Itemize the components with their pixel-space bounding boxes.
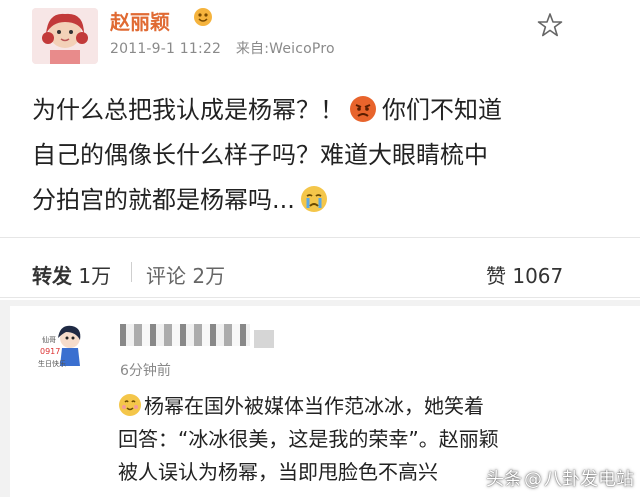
user-avatar[interactable] — [32, 8, 98, 64]
username[interactable]: 赵丽颖 — [110, 6, 170, 35]
post-content: 为什么总把我认成是杨幂？！ 你们不知道 自己的偶像长什么样子吗？难道大眼睛梳中 … — [32, 88, 592, 223]
star-icon[interactable] — [537, 12, 563, 38]
commenter-badge-redacted — [254, 330, 274, 348]
post-content-line-2: 自己的偶像长什么样子吗？难道大眼睛梳中 — [32, 141, 488, 169]
watermark: 头条 @ 八卦发电站 — [486, 465, 634, 491]
post-text-1b: 你们不知道 — [382, 96, 502, 124]
smile-emoji-icon — [119, 394, 141, 416]
post-actions-bar: 转发 1万 评论 2万 赞 1067 — [0, 250, 640, 296]
angry-emoji-icon — [350, 96, 376, 122]
post-content-line-1: 为什么总把我认成是杨幂？！ 你们不知道 — [32, 88, 592, 133]
divider-top — [0, 237, 640, 238]
comment-button[interactable]: 评论 2万 — [146, 260, 225, 289]
post-text-1a: 为什么总把我认成是杨幂？！ — [32, 96, 344, 124]
post-date: 2011-9-1 11:22 — [110, 41, 222, 57]
svg-text:0917: 0917 — [40, 347, 60, 356]
vip-badge-icon — [194, 8, 212, 26]
repost-button[interactable]: 转发 1万 — [32, 260, 111, 289]
repost-count: 1万 — [78, 264, 112, 288]
commenter-avatar[interactable]: 仙哥 0917 生日快乐 — [36, 320, 92, 380]
like-label: 赞 — [486, 264, 506, 288]
comment-time: 6分钟前 — [120, 363, 171, 379]
comment-line-2: 回答：“冰冰很美，这是我的荣幸”。赵丽颖 — [118, 427, 499, 451]
comment-text-1: 杨幂在国外被媒体当作范冰冰，她笑着 — [144, 394, 484, 418]
watermark-at: @ — [524, 469, 542, 490]
like-button[interactable]: 赞 1067 — [486, 260, 563, 289]
like-count: 1067 — [512, 264, 564, 288]
svg-text:生日快乐: 生日快乐 — [38, 359, 66, 368]
svg-text:仙哥: 仙哥 — [42, 335, 56, 344]
crying-emoji-icon — [300, 186, 327, 212]
comment-label: 评论 — [146, 264, 186, 288]
post-text-3: 分拍宫的就都是杨幂吗... — [32, 186, 295, 214]
repost-label: 转发 — [32, 264, 72, 288]
weibo-post: 赵丽颖 2011-9-1 11:22 来自:WeicoPro 为什么总把我认成是… — [0, 0, 640, 237]
watermark-source: 头条 — [486, 469, 522, 490]
action-separator — [131, 262, 132, 282]
comment-count: 2万 — [192, 264, 226, 288]
post-content-line-3: 分拍宫的就都是杨幂吗... — [32, 178, 592, 223]
divider-bottom — [0, 297, 640, 298]
commenter-name-redacted — [120, 324, 250, 346]
post-meta: 2011-9-1 11:22 来自:WeicoPro — [110, 38, 345, 58]
post-source: 来自:WeicoPro — [235, 41, 335, 57]
watermark-account: 八卦发电站 — [544, 469, 634, 490]
comment-line-1: 杨幂在国外被媒体当作范冰冰，她笑着 — [118, 390, 598, 423]
